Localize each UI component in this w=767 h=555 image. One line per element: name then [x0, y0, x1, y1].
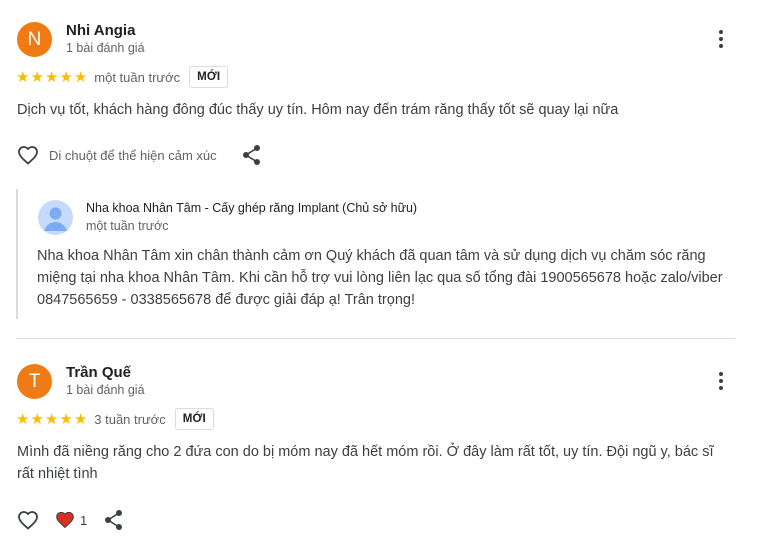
more-vert-icon [719, 372, 723, 376]
owner-reply: Nha khoa Nhân Tâm - Cấy ghép răng Implan… [16, 189, 736, 319]
owner-avatar[interactable] [38, 200, 73, 235]
share-icon [105, 510, 123, 530]
more-options-button[interactable] [709, 27, 733, 51]
star-rating: ★ ★ ★ ★ ★ [16, 70, 87, 85]
share-button[interactable] [242, 144, 262, 166]
star-icon: ★ [59, 410, 73, 428]
more-vert-icon [719, 30, 723, 34]
like-button[interactable] [16, 508, 40, 532]
review-actions: 1 [16, 508, 124, 532]
star-icon: ★ [44, 68, 59, 86]
heart-outline-icon [18, 146, 38, 165]
review-time: 3 tuần trước [94, 411, 166, 427]
star-icon: ★ [16, 410, 30, 428]
star-icon: ★ [16, 68, 30, 86]
owner-name: Nha khoa Nhân Tâm - Cấy ghép răng Implan… [86, 201, 418, 215]
share-button[interactable] [104, 509, 124, 531]
owner-reply-time: một tuần trước [86, 219, 169, 233]
react-hint: Di chuột để thể hiện cảm xúc [49, 147, 217, 163]
review-card: T Trần Quế 1 bài đánh giá ★ ★ ★ ★ ★ 3 tu… [0, 339, 767, 555]
star-icon: ★ [44, 410, 59, 428]
reaction-love-button[interactable] [55, 510, 75, 530]
star-icon: ★ [73, 68, 88, 86]
share-icon [242, 145, 260, 165]
author-name[interactable]: Trần Quế [66, 364, 131, 381]
like-button[interactable] [16, 143, 40, 167]
avatar[interactable]: T [17, 364, 52, 399]
review-time: một tuần trước [94, 69, 181, 85]
review-text: Mình đã niềng răng cho 2 đứa con do bị m… [17, 444, 714, 482]
star-icon: ★ [73, 410, 88, 428]
star-rating: ★ ★ ★ ★ ★ [16, 412, 87, 427]
heart-filled-icon [56, 511, 74, 529]
author-review-count[interactable]: 1 bài đánh giá [66, 41, 145, 55]
default-profile-icon [38, 200, 73, 235]
avatar[interactable]: N [17, 22, 52, 57]
author-name[interactable]: Nhi Angia [66, 22, 135, 39]
star-icon: ★ [59, 68, 73, 86]
rating-row: ★ ★ ★ ★ ★ 3 tuần trước MỚI [16, 408, 214, 430]
heart-outline-icon [18, 511, 38, 530]
avatar-initial: N [27, 28, 42, 50]
review-card: N Nhi Angia 1 bài đánh giá ★ ★ ★ ★ ★ một… [0, 0, 767, 338]
star-icon: ★ [30, 68, 44, 86]
review-text: Dịch vụ tốt, khách hàng đông đúc thấy uy… [17, 102, 619, 118]
author-review-count[interactable]: 1 bài đánh giá [66, 383, 145, 397]
new-badge: MỚI [174, 408, 214, 430]
more-options-button[interactable] [709, 369, 733, 393]
rating-row: ★ ★ ★ ★ ★ một tuần trước MỚI [16, 66, 229, 88]
like-count: 1 [80, 512, 88, 528]
avatar-initial: T [28, 370, 41, 392]
new-badge: MỚI [189, 66, 229, 88]
review-actions: Di chuột để thể hiện cảm xúc [16, 143, 262, 167]
owner-reply-text: Nha khoa Nhân Tâm xin chân thành cảm ơn … [37, 248, 723, 308]
star-icon: ★ [30, 410, 44, 428]
